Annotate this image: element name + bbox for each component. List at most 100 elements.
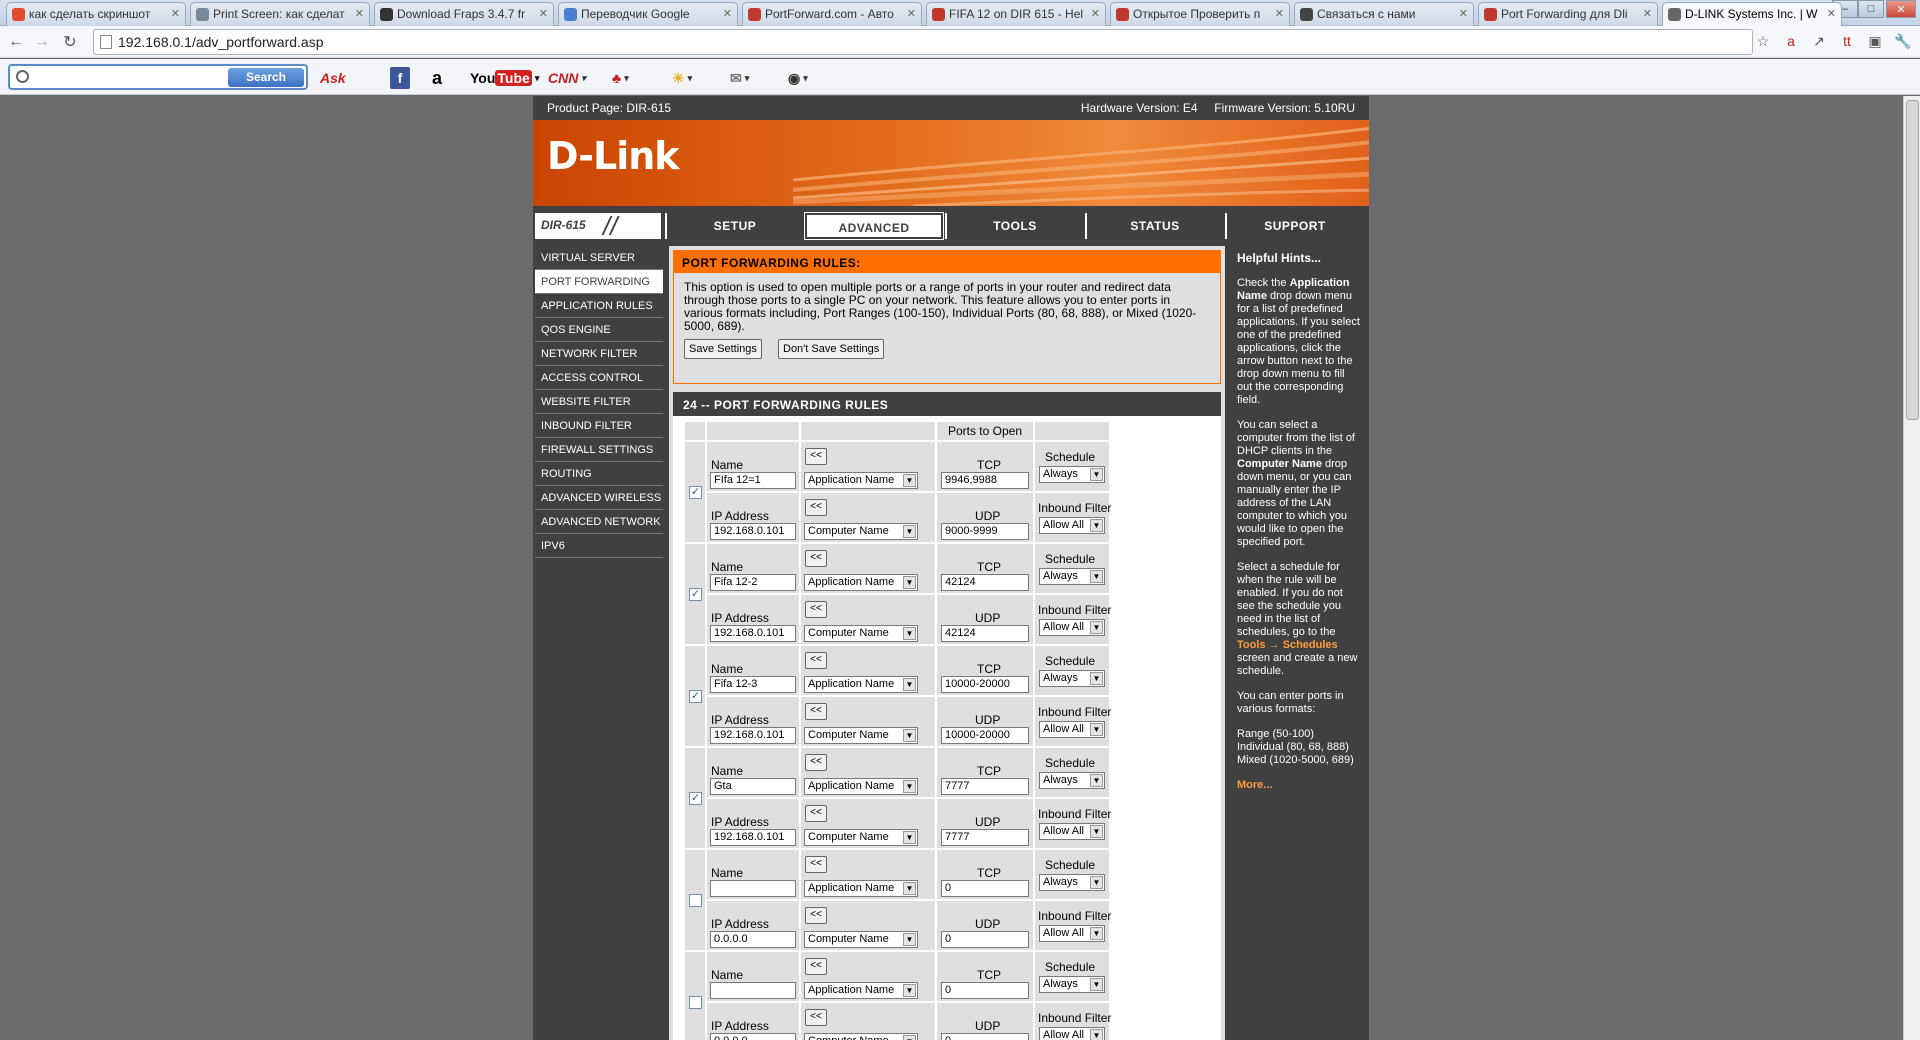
udp-ports-input[interactable]: 42124: [941, 625, 1029, 642]
rule-enable-checkbox[interactable]: [689, 894, 702, 907]
rule-enable-checkbox[interactable]: ✓: [689, 690, 702, 703]
toolbar-search-input[interactable]: Search: [8, 64, 308, 90]
copy-app-button[interactable]: <<: [805, 652, 827, 669]
left-nav-routing[interactable]: ROUTING: [535, 462, 663, 486]
browser-tab[interactable]: Открытое Проверить п ✕: [1110, 2, 1290, 26]
computer-name-select[interactable]: Computer Name ▼: [804, 625, 918, 642]
rule-ip-input[interactable]: 0.0.0.0: [710, 931, 796, 948]
application-name-select[interactable]: Application Name ▼: [804, 778, 918, 795]
extension-arrow-icon[interactable]: ↗: [1810, 32, 1828, 50]
rule-name-input[interactable]: [710, 982, 796, 999]
mail-icon[interactable]: ✉ ▾: [730, 67, 749, 89]
copy-computer-button[interactable]: <<: [805, 907, 827, 924]
wrench-menu-icon[interactable]: 🔧: [1894, 32, 1912, 50]
left-nav-application-rules[interactable]: APPLICATION RULES: [535, 294, 663, 318]
inbound-filter-select[interactable]: Allow All ▼: [1039, 823, 1105, 840]
application-name-select[interactable]: Application Name ▼: [804, 880, 918, 897]
tab-close-icon[interactable]: ✕: [171, 7, 180, 20]
menu-tab-setup[interactable]: SETUP: [665, 213, 803, 239]
menu-tab-advanced[interactable]: ADVANCED: [804, 212, 944, 240]
inbound-filter-select[interactable]: Allow All ▼: [1039, 619, 1105, 636]
tcp-ports-input[interactable]: 10000-20000: [941, 676, 1029, 693]
left-nav-advanced-wireless[interactable]: ADVANCED WIRELESS: [535, 486, 663, 510]
computer-name-select[interactable]: Computer Name ▼: [804, 931, 918, 948]
tab-close-icon[interactable]: ✕: [1275, 7, 1284, 20]
ask-logo-icon[interactable]: Ask: [320, 67, 346, 89]
copy-computer-button[interactable]: <<: [805, 1009, 827, 1026]
left-nav-firewall-settings[interactable]: FIREWALL SETTINGS: [535, 438, 663, 462]
back-icon[interactable]: ←: [6, 32, 26, 52]
left-nav-advanced-network[interactable]: ADVANCED NETWORK: [535, 510, 663, 534]
browser-tab[interactable]: Переводчик Google ✕: [558, 2, 738, 26]
extension-tt-icon[interactable]: tt: [1838, 32, 1856, 50]
inbound-filter-select[interactable]: Allow All ▼: [1039, 721, 1105, 738]
rule-enable-checkbox[interactable]: ✓: [689, 792, 702, 805]
more-link[interactable]: More...: [1237, 779, 1272, 791]
rule-name-input[interactable]: Gta: [710, 778, 796, 795]
tab-close-icon[interactable]: ✕: [1643, 7, 1652, 20]
application-name-select[interactable]: Application Name ▼: [804, 574, 918, 591]
tab-close-icon[interactable]: ✕: [1091, 7, 1100, 20]
udp-ports-input[interactable]: 7777: [941, 829, 1029, 846]
computer-name-select[interactable]: Computer Name ▼: [804, 829, 918, 846]
page-scrollbar[interactable]: [1903, 96, 1920, 1040]
schedule-select[interactable]: Always ▼: [1039, 670, 1105, 687]
ask-extension-icon[interactable]: a: [1782, 32, 1800, 50]
tcp-ports-input[interactable]: 0: [941, 982, 1029, 999]
browser-tab[interactable]: D-LINK Systems Inc. | W ✕: [1662, 2, 1842, 26]
copy-app-button[interactable]: <<: [805, 448, 827, 465]
tab-close-icon[interactable]: ✕: [539, 7, 548, 20]
copy-app-button[interactable]: <<: [805, 754, 827, 771]
tcp-ports-input[interactable]: 9946,9988: [941, 472, 1029, 489]
menu-tab-support[interactable]: SUPPORT: [1225, 213, 1363, 239]
schedule-select[interactable]: Always ▼: [1039, 568, 1105, 585]
scrollbar-thumb[interactable]: [1906, 100, 1919, 420]
rule-ip-input[interactable]: 0.0.0.0: [710, 1033, 796, 1040]
youtube-icon[interactable]: You Tube ▾: [470, 67, 539, 89]
maximize-icon[interactable]: □: [1858, 0, 1884, 18]
tab-close-icon[interactable]: ✕: [1459, 7, 1468, 20]
facebook-icon[interactable]: f: [390, 67, 410, 89]
save-settings-button[interactable]: Save Settings: [684, 339, 762, 359]
forward-icon[interactable]: →: [32, 32, 52, 52]
rule-name-input[interactable]: FIfa 12=1: [710, 472, 796, 489]
dont-save-settings-button[interactable]: Don't Save Settings: [778, 339, 885, 359]
rule-ip-input[interactable]: 192.168.0.101: [710, 727, 796, 744]
tcp-ports-input[interactable]: 0: [941, 880, 1029, 897]
tcp-ports-input[interactable]: 7777: [941, 778, 1029, 795]
rule-name-input[interactable]: [710, 880, 796, 897]
application-name-select[interactable]: Application Name ▼: [804, 472, 918, 489]
computer-name-select[interactable]: Computer Name ▼: [804, 523, 918, 540]
amazon-icon[interactable]: a: [432, 67, 442, 89]
browser-tab[interactable]: Связаться с нами ✕: [1294, 2, 1474, 26]
reload-icon[interactable]: ↻: [60, 32, 80, 52]
tab-close-icon[interactable]: ✕: [907, 7, 916, 20]
left-nav-qos-engine[interactable]: QOS ENGINE: [535, 318, 663, 342]
extension-box-icon[interactable]: ▣: [1866, 32, 1884, 50]
tab-close-icon[interactable]: ✕: [355, 7, 364, 20]
menu-tab-status[interactable]: STATUS: [1085, 213, 1223, 239]
tcp-ports-input[interactable]: 42124: [941, 574, 1029, 591]
copy-computer-button[interactable]: <<: [805, 601, 827, 618]
browser-tab[interactable]: Download Fraps 3.4.7 fr ✕: [374, 2, 554, 26]
copy-computer-button[interactable]: <<: [805, 805, 827, 822]
tools-schedules-link[interactable]: Tools → Schedules: [1237, 639, 1338, 651]
menu-tab-tools[interactable]: TOOLS: [945, 213, 1083, 239]
browser-tab[interactable]: Print Screen: как сделат ✕: [190, 2, 370, 26]
copy-computer-button[interactable]: <<: [805, 499, 827, 516]
browser-tab[interactable]: Port Forwarding для Dli ✕: [1478, 2, 1658, 26]
schedule-select[interactable]: Always ▼: [1039, 874, 1105, 891]
copy-app-button[interactable]: <<: [805, 550, 827, 567]
address-bar[interactable]: 192.168.0.1/adv_portforward.asp: [93, 29, 1753, 55]
left-nav-port-forwarding[interactable]: PORT FORWARDING: [535, 270, 663, 294]
left-nav-access-control[interactable]: ACCESS CONTROL: [535, 366, 663, 390]
browser-tab[interactable]: PortForward.com - Авто ✕: [742, 2, 922, 26]
schedule-select[interactable]: Always ▼: [1039, 466, 1105, 483]
udp-ports-input[interactable]: 0: [941, 931, 1029, 948]
rule-ip-input[interactable]: 192.168.0.101: [710, 625, 796, 642]
browser-tab[interactable]: FIFA 12 on DIR 615 - Hel ✕: [926, 2, 1106, 26]
copy-app-button[interactable]: <<: [805, 958, 827, 975]
browser-tab[interactable]: как сделать скриншот ✕: [6, 2, 186, 26]
rule-name-input[interactable]: Fifa 12-3: [710, 676, 796, 693]
left-nav-website-filter[interactable]: WEBSITE FILTER: [535, 390, 663, 414]
